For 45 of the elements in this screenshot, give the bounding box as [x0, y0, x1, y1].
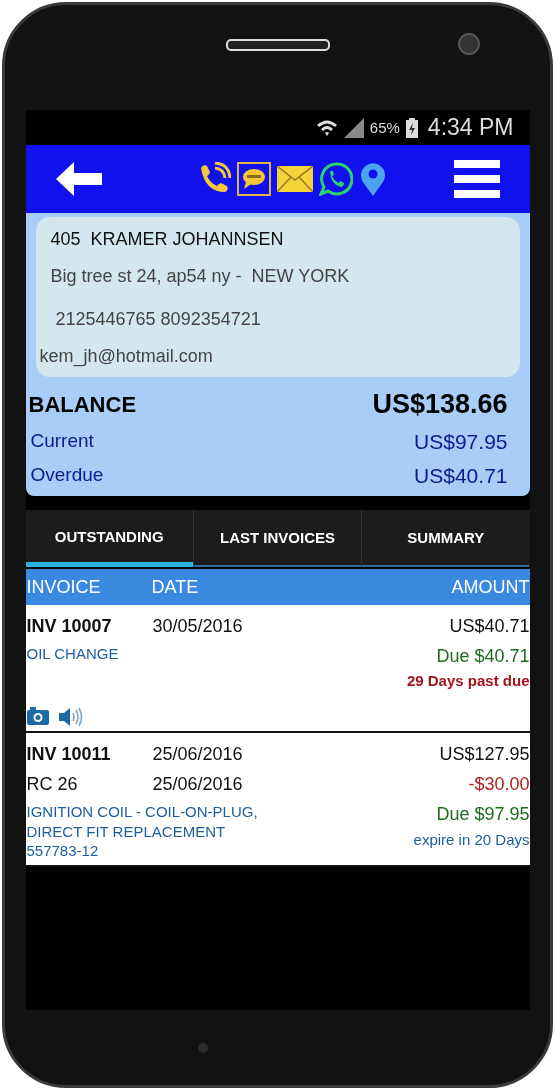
- battery-icon: [405, 117, 418, 138]
- balance-line-amount: US$97.95: [414, 430, 508, 454]
- document-date: 25/06/2016: [152, 742, 244, 766]
- due-amount: Due $97.95: [436, 803, 530, 827]
- balance-line-label: Current: [30, 430, 94, 453]
- email-address[interactable]: kem_jh@hotmail.com: [39, 346, 506, 367]
- location-pin-icon[interactable]: [358, 162, 387, 196]
- balance-label: BALANCE: [28, 391, 137, 418]
- document-number: INV 10011: [26, 742, 112, 766]
- balance-amount: US$138.66: [372, 389, 508, 420]
- document-number: INV 10007: [26, 615, 113, 638]
- document-date: 30/05/2016: [152, 615, 244, 638]
- item-description: OIL CHANGE: [26, 643, 120, 664]
- signal-icon: [343, 117, 364, 138]
- menu-icon[interactable]: [453, 160, 500, 198]
- balance-line-amount: US$40.71: [414, 464, 508, 488]
- document-amount: -$30.00: [468, 773, 530, 797]
- due-note: 29 Days past due: [406, 671, 530, 692]
- column-header: AMOUNT: [451, 576, 530, 598]
- customer-name: 405 KRAMER JOHANNSEN: [49, 229, 285, 250]
- camera-icon[interactable]: [26, 706, 49, 725]
- tab[interactable]: SUMMARY: [361, 510, 530, 567]
- clock: 4:34 PM: [427, 114, 514, 141]
- battery-percent: 65%: [369, 119, 400, 136]
- sms-icon[interactable]: [236, 162, 271, 196]
- camera-lens: [458, 33, 480, 55]
- chat-phone-icon[interactable]: [318, 162, 353, 196]
- invoice-row[interactable]: INV 10007 30/05/2016 US$40.71 OIL CHANGE Due $40.71 29 Days past due: [25, 605, 530, 733]
- document-amount: US$40.71: [449, 615, 530, 638]
- column-header: DATE: [151, 576, 200, 598]
- document-date: 25/06/2016: [152, 773, 244, 797]
- due-amount: Due $40.71: [436, 644, 530, 668]
- item-description: IGNITION COIL - COIL-ON-PLUG, DIRECT FIT REPLACEMENT 557783-12: [26, 802, 259, 861]
- speaker-icon[interactable]: [58, 706, 83, 727]
- phone-numbers[interactable]: 2125446765 8092354721: [39, 303, 506, 330]
- envelope-icon[interactable]: [276, 166, 313, 192]
- tab[interactable]: LAST INVOICES: [192, 510, 362, 567]
- document-amount: US$127.95: [439, 742, 530, 766]
- document-number: RC 26: [26, 773, 79, 797]
- invoice-row[interactable]: INV 10011 25/06/2016 US$127.95 RC 26 25/06/2016 -$30.00 IGNITION COIL - COIL-ON-PLUG, DIRECT FIT REPLACEMENT 557783-12 Due $97.95 expire in 20 Days: [25, 732, 530, 867]
- due-note: expire in 20 Days: [413, 829, 530, 850]
- balance-line-label: Overdue: [30, 464, 104, 487]
- customer-address: Big tree st 24, ap54 ny - NEW YORK: [49, 266, 351, 287]
- column-header: INVOICE: [25, 576, 102, 598]
- back-arrow-icon[interactable]: [55, 162, 102, 196]
